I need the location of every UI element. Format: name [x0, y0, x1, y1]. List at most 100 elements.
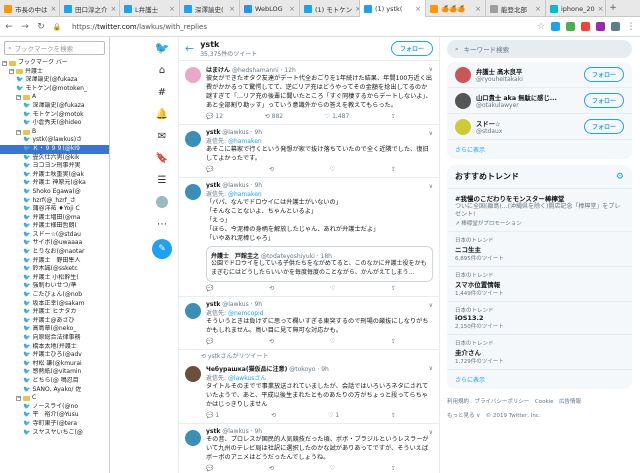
quoted-tweet[interactable]: 弁護士 戸館圭之 @todateyoshiyuki · 18h 公園でドロウイをし… [206, 246, 433, 282]
like-action[interactable]: ♡ [330, 338, 335, 345]
reply-to-handle[interactable]: @hamaken [228, 191, 262, 198]
bookmark-item[interactable]: 🐦 平 裕介(@Yusu [0, 411, 109, 420]
bookmark-item[interactable]: 🐦 弁護士増田(@ma [0, 214, 109, 223]
bookmark-item[interactable]: 🐦 畳久仕六男(@kik [0, 154, 109, 163]
author-handle[interactable]: @lawkus [222, 182, 248, 189]
gear-icon[interactable]: ⚙ [616, 172, 624, 182]
bookmark-item[interactable]: 🐦 スヤスヤいちご(@ [0, 429, 109, 438]
extension-icon[interactable] [581, 22, 590, 31]
tweet-time[interactable]: 9h [254, 428, 262, 435]
author-name[interactable]: ystk [206, 301, 220, 308]
bookmark-item[interactable]: 🐦 弁護士 神原元(@ka [0, 179, 109, 188]
bookmark-item[interactable]: 🐦 橋本太地(弁護士 [0, 343, 109, 352]
expand-toggle-icon[interactable]: − [16, 129, 21, 135]
reply-to-handle[interactable]: @hamaken [228, 138, 262, 145]
reply-action[interactable]: 💬 1 [206, 412, 219, 419]
bookmark-item[interactable]: 🐦 モトケン(@motok [0, 111, 109, 120]
back-icon[interactable]: ← [4, 22, 14, 32]
tweet[interactable]: ystk @lawkus · 9h 返信先: @hamaken あそこに幕家で行くと… [179, 125, 439, 178]
chevron-down-icon[interactable]: ∨ [429, 429, 433, 436]
bookmark-item[interactable]: 🐦 弁護士 野田隼人 [0, 257, 109, 266]
bookmark-item[interactable]: 🐦 Ｋ・９９９(@kI9 [0, 144, 109, 154]
tweet-time[interactable]: 9h [321, 366, 329, 373]
messages-icon[interactable]: ✉ [148, 125, 176, 147]
bookmark-item[interactable]: 🐦 村松 謙(@kmurai [0, 360, 109, 369]
close-icon[interactable]: × [51, 5, 57, 13]
bookmark-item[interactable]: 🐦 ystk(@lawkus)さ [0, 136, 109, 145]
profile-icon[interactable] [148, 191, 176, 213]
trend-item[interactable]: 日本のトレンド スマホ位置情報 1,449件のツイート [447, 267, 632, 302]
chevron-down-icon[interactable]: ∨ [429, 66, 433, 73]
extension-icon[interactable] [551, 22, 560, 31]
hashtag-icon[interactable]: # [148, 81, 176, 103]
reply-action[interactable]: 💬 [206, 166, 213, 173]
bookmark-item[interactable]: 🐦 蒲谷洋祐 ♦Yoji C [0, 205, 109, 214]
bookmark-item[interactable]: 🐦 坂本正幸(@sakam [0, 300, 109, 309]
compose-tweet-button[interactable]: ✎ [152, 239, 172, 259]
bookmark-item[interactable]: 🐦 弁護士@あさひ [0, 317, 109, 326]
reply-to-handle[interactable]: @lawkusさん [228, 375, 266, 382]
close-icon[interactable]: × [289, 5, 295, 13]
bookmark-folder[interactable]: − ブックマーク バー [0, 59, 109, 68]
browser-tab[interactable]: WebLOG × [240, 0, 300, 17]
bookmark-item[interactable]: 🐦 Shoko Egawa(@ [0, 188, 109, 197]
close-icon[interactable]: × [415, 5, 421, 13]
bookmarks-icon[interactable]: 🔖 [148, 147, 176, 169]
author-handle[interactable]: @tokoyo [289, 366, 315, 373]
chevron-down-icon[interactable]: ∨ [429, 183, 433, 190]
retweet-action[interactable]: ⟲ [269, 285, 274, 292]
tweet-time[interactable]: 9h [254, 301, 262, 308]
bookmark-folder[interactable]: − A [0, 93, 109, 102]
browser-tab[interactable]: 市長の中は × [0, 0, 60, 17]
close-icon[interactable]: × [169, 5, 175, 13]
browser-tab[interactable]: 🍊🍊🍊 × [426, 0, 486, 17]
bookmark-item[interactable]: 🐦 向原総合法律事務 [0, 334, 109, 343]
close-icon[interactable]: × [229, 5, 235, 13]
browser-tab[interactable]: 深澤諭史(× [180, 0, 240, 17]
expand-toggle-icon[interactable]: − [9, 69, 14, 75]
bookmark-item[interactable]: 🐦 モトケン(@motoken_ [0, 85, 109, 94]
reply-action[interactable]: 💬 [206, 338, 213, 345]
chevron-down-icon[interactable]: ∨ [429, 130, 433, 137]
bookmark-folder[interactable]: − B [0, 128, 109, 137]
retweet-action[interactable]: ⟲ [269, 465, 274, 472]
menu-icon[interactable]: ⋮ [626, 22, 636, 32]
search-input[interactable]: ⌕ キーワード検索 [447, 40, 632, 58]
author-handle[interactable]: @lawkus [222, 129, 248, 136]
footer-links[interactable]: 利用規約 プライバシーポリシー Cookie 広告情報 [447, 395, 632, 409]
bookmark-item[interactable]: 🐦 深澤諭史(@fukaza [0, 102, 109, 111]
home-icon[interactable]: ⌂ [148, 59, 176, 81]
author-name[interactable]: Чебурашка(猫仮品に注意) [206, 366, 287, 373]
bookmark-item[interactable]: 🐦 ごたびょん(@nob [0, 291, 109, 300]
follow-button[interactable]: フォロー [583, 67, 624, 82]
reload-icon[interactable]: ↻ [36, 22, 46, 32]
bookmark-item[interactable]: 🐦 ヨコヨン刑事弁実 [0, 162, 109, 171]
tweet-time[interactable]: 9h [254, 129, 262, 136]
author-name[interactable]: はまけん [206, 67, 230, 74]
more-icon[interactable]: ⋯ [148, 213, 176, 235]
arrow-left-icon[interactable]: ← [185, 42, 194, 55]
bookmark-item[interactable]: 🐦 高島章(@neko_ [0, 325, 109, 334]
new-tab-icon[interactable]: + [606, 0, 620, 16]
bookmark-star-icon[interactable]: ☆ [537, 22, 545, 32]
bookmark-item[interactable]: 🐦 SANO, Ayako/ 佐 [0, 386, 109, 395]
bookmark-item[interactable]: 🐦 深澤諭史(@fukaza [0, 76, 109, 85]
retweet-action[interactable]: ⟲ 882 [265, 113, 283, 120]
bookmark-item[interactable]: 🐦 ノースライ(@no [0, 403, 109, 412]
like-action[interactable]: ♡ [330, 285, 335, 292]
tweet[interactable]: はまけん @hedshamanni · 12h 彼女ができたオタク友達がデート代全… [179, 61, 439, 125]
notifications-icon[interactable]: 🔔 [148, 103, 176, 125]
bookmark-folder[interactable]: − C [0, 394, 109, 403]
retweet-action[interactable]: ⟲ [269, 338, 274, 345]
bookmark-item[interactable]: 🐦 鈴木誠(@ssketc [0, 265, 109, 274]
trends-more-link[interactable]: さらに表示 [447, 370, 632, 389]
expand-toggle-icon[interactable]: − [2, 60, 7, 66]
author-name[interactable]: ystk [206, 182, 220, 189]
reply-action[interactable]: 💬 [206, 285, 213, 292]
share-action[interactable]: ⇪ [391, 166, 396, 173]
forward-icon[interactable]: → [20, 22, 30, 32]
suggested-user[interactable]: 弁護士 髙木良平 @ryouheitakaki フォロー [447, 62, 632, 88]
bookmark-item[interactable]: 🐦 弁護士秋重実(@ak [0, 171, 109, 180]
author-name[interactable]: ystk [206, 428, 220, 435]
bookmark-folder[interactable]: − 弁護士 [0, 68, 109, 77]
